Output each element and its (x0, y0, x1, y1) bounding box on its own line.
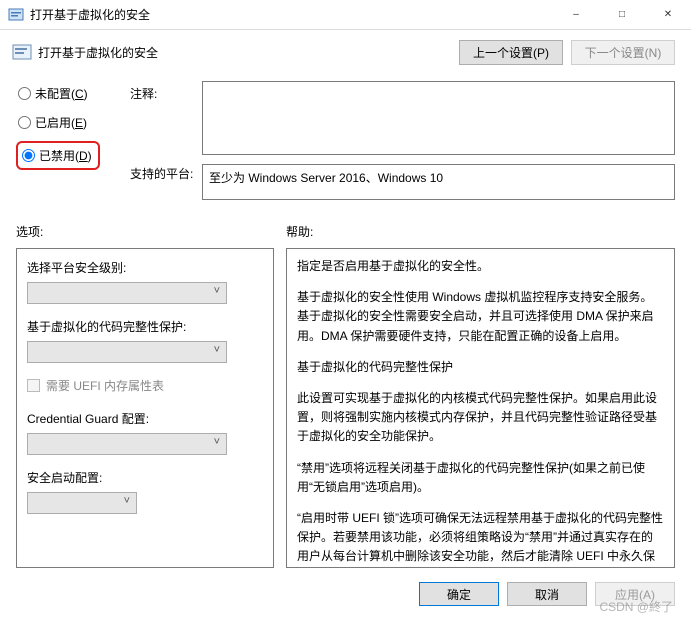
minimize-button[interactable]: – (553, 0, 599, 30)
opt-credential-guard-select[interactable] (27, 433, 227, 455)
help-p1: 指定是否启用基于虚拟化的安全性。 (297, 257, 664, 276)
opt-secure-launch-label: 安全启动配置: (27, 469, 263, 486)
help-p5: “禁用”选项将远程关闭基于虚拟化的代码完整性保护(如果之前已使用“无锁启用”选项… (297, 459, 664, 497)
radio-not-configured-label: 未配置(C) (35, 85, 88, 102)
previous-setting-button[interactable]: 上一个设置(P) (459, 40, 563, 65)
policy-header: 打开基于虚拟化的安全 上一个设置(P) 下一个设置(N) (0, 30, 691, 77)
field-values (202, 77, 675, 203)
state-radios: 未配置(C) 已启用(E) 已禁用(D) (16, 77, 126, 203)
radio-enabled-label: 已启用(E) (35, 114, 87, 131)
opt-secure-launch-select[interactable] (27, 492, 137, 514)
radio-disabled[interactable]: 已禁用(D) (16, 141, 100, 170)
opt-credential-guard-label: Credential Guard 配置: (27, 410, 263, 427)
options-section-label: 选项: (16, 223, 286, 240)
apply-button: 应用(A) (595, 582, 675, 606)
maximize-button[interactable]: □ (599, 0, 645, 30)
window-title: 打开基于虚拟化的安全 (30, 6, 553, 23)
opt-uefi-label: 需要 UEFI 内存属性表 (46, 377, 164, 394)
opt-platform-security-label: 选择平台安全级别: (27, 259, 263, 276)
comment-textarea[interactable] (202, 81, 675, 155)
lower-panels: 选择平台安全级别: 基于虚拟化的代码完整性保护: 需要 UEFI 内存属性表 C… (16, 248, 675, 568)
next-setting-button: 下一个设置(N) (571, 40, 675, 65)
opt-code-integrity-label: 基于虚拟化的代码完整性保护: (27, 318, 263, 335)
help-p4: 此设置可实现基于虚拟化的内核模式代码完整性保护。如果启用此设置，则将强制实施内核… (297, 389, 664, 447)
ok-button[interactable]: 确定 (419, 582, 499, 606)
platform-label: 支持的平台: (130, 165, 198, 182)
checkbox-icon (27, 379, 40, 392)
dialog-footer: 确定 取消 应用(A) (0, 568, 691, 606)
comment-label: 注释: (130, 85, 198, 165)
cancel-button[interactable]: 取消 (507, 582, 587, 606)
supported-on-box (202, 164, 675, 200)
opt-uefi-checkbox[interactable]: 需要 UEFI 内存属性表 (27, 377, 263, 394)
opt-platform-security-select[interactable] (27, 282, 227, 304)
help-p2: 基于虚拟化的安全性使用 Windows 虚拟机监控程序支持安全服务。基于虚拟化的… (297, 288, 664, 346)
section-labels: 选项: 帮助: (16, 223, 675, 240)
radio-disabled-input[interactable] (22, 149, 35, 162)
policy-header-icon (12, 43, 32, 63)
titlebar: 打开基于虚拟化的安全 – □ ✕ (0, 0, 691, 30)
options-panel[interactable]: 选择平台安全级别: 基于虚拟化的代码完整性保护: 需要 UEFI 内存属性表 C… (16, 248, 274, 568)
help-p3: 基于虚拟化的代码完整性保护 (297, 358, 664, 377)
policy-icon (8, 7, 24, 23)
state-and-fields: 未配置(C) 已启用(E) 已禁用(D) 注释: 支持的平台: (16, 77, 675, 203)
radio-disabled-label: 已禁用(D) (39, 147, 92, 164)
policy-title: 打开基于虚拟化的安全 (38, 44, 451, 61)
help-p6: “启用时带 UEFI 锁”选项可确保无法远程禁用基于虚拟化的代码完整性保护。若要… (297, 509, 664, 568)
window-buttons: – □ ✕ (553, 0, 691, 30)
close-button[interactable]: ✕ (645, 0, 691, 30)
field-labels: 注释: 支持的平台: (130, 77, 198, 203)
radio-not-configured[interactable]: 未配置(C) (16, 85, 126, 102)
opt-code-integrity-select[interactable] (27, 341, 227, 363)
help-section-label: 帮助: (286, 223, 675, 240)
radio-not-configured-input[interactable] (18, 87, 31, 100)
help-panel[interactable]: 指定是否启用基于虚拟化的安全性。 基于虚拟化的安全性使用 Windows 虚拟机… (286, 248, 675, 568)
radio-enabled-input[interactable] (18, 116, 31, 129)
radio-enabled[interactable]: 已启用(E) (16, 114, 126, 131)
